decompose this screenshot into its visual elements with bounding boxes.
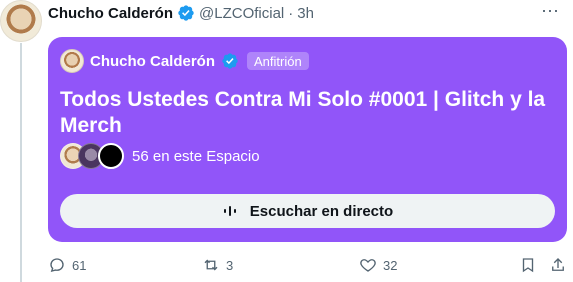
share-icon [549, 256, 567, 274]
retweet-icon [202, 256, 220, 274]
author-name[interactable]: Chucho Calderón [48, 5, 173, 22]
host-badge: Anfitrión [247, 52, 309, 70]
heart-icon [359, 256, 377, 274]
like-count: 32 [383, 257, 398, 273]
retweet-count: 3 [226, 257, 234, 273]
verified-icon [177, 4, 195, 22]
space-card[interactable]: Chucho Calderón Anfitrión Todos Ustedes … [48, 37, 567, 242]
reply-button[interactable]: 61 [48, 256, 86, 274]
listener-avatar [98, 143, 124, 169]
more-options-icon[interactable]: ⋯ [539, 2, 561, 22]
listen-live-label: Escuchar en directo [249, 202, 394, 220]
author-handle[interactable]: @LZCOficial [199, 5, 284, 22]
like-button[interactable]: 32 [359, 256, 397, 274]
tweet-time[interactable]: 3h [297, 5, 314, 22]
host-avatar [60, 49, 84, 73]
reply-icon [48, 256, 66, 274]
listen-live-button[interactable]: Escuchar en directo [60, 194, 555, 228]
audio-wave-icon [222, 205, 242, 217]
space-title: Todos Ustedes Contra Mi Solo #0001 | Gli… [60, 88, 546, 137]
share-button[interactable] [549, 256, 567, 274]
bookmark-icon [519, 256, 537, 274]
listener-avatars [60, 143, 126, 169]
bookmark-button[interactable] [519, 256, 537, 274]
verified-icon [221, 52, 239, 70]
listener-count: 56 en este Espacio [132, 147, 260, 165]
tweet-header: Chucho Calderón @LZCOficial · 3h [48, 3, 314, 23]
reply-count: 61 [72, 257, 87, 273]
tweet-actions: 61 3 32 [48, 255, 567, 275]
space-host-row: Chucho Calderón Anfitrión [60, 49, 309, 73]
space-listeners: 56 en este Espacio [60, 143, 260, 169]
header-separator: · [288, 4, 294, 22]
host-name: Chucho Calderón [90, 52, 216, 70]
retweet-button[interactable]: 3 [202, 256, 233, 274]
thread-line [20, 43, 22, 282]
author-avatar[interactable] [0, 0, 42, 42]
